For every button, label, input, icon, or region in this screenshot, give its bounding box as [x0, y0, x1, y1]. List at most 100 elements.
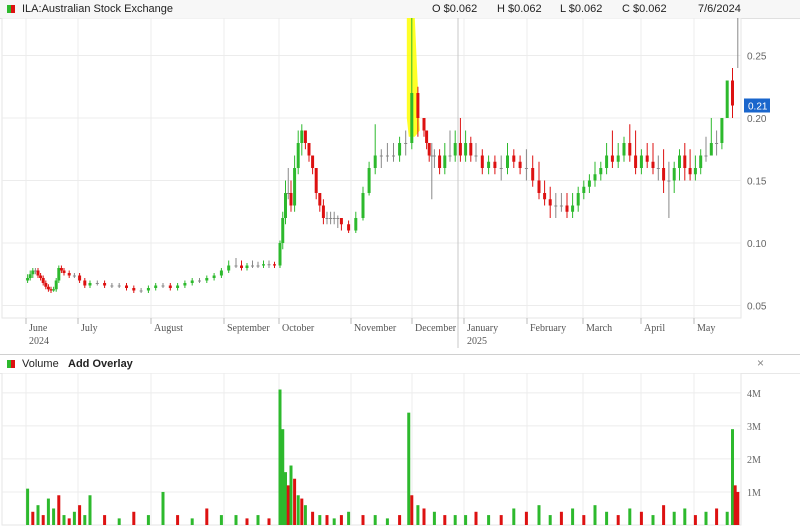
volume-y-tick-label: 4M	[747, 389, 761, 400]
volume-bar	[78, 505, 82, 525]
ohlc-date: 7/6/2024	[698, 3, 741, 15]
volume-bar	[593, 505, 597, 525]
volume-bar	[286, 485, 290, 525]
add-overlay-button[interactable]: Add Overlay	[68, 358, 133, 370]
volume-chart[interactable]: 4M 3M 2M 1M	[0, 373, 800, 529]
candle-body	[506, 155, 509, 168]
candle-body	[62, 270, 66, 273]
close-icon[interactable]: ×	[757, 356, 764, 370]
price-x-tick-label: September	[227, 323, 270, 334]
volume-bar	[205, 508, 209, 525]
candle-body	[281, 218, 285, 243]
volume-bar	[385, 518, 389, 525]
candle-body	[314, 168, 318, 193]
price-x-tick-label: February	[530, 323, 566, 334]
volume-bar	[683, 508, 687, 525]
volume-bar	[311, 511, 315, 525]
volume-bar	[300, 498, 304, 525]
candle-body	[524, 168, 528, 169]
volume-bar	[537, 505, 541, 525]
volume-bar	[296, 495, 300, 525]
volume-bar	[416, 505, 420, 525]
candle-body	[303, 130, 307, 143]
price-x-tick-label: March	[586, 323, 612, 334]
candle-body	[44, 283, 48, 287]
candle-body	[548, 199, 552, 206]
price-x-tick-label: December	[415, 323, 457, 334]
candle-body	[284, 193, 287, 218]
candle-body	[610, 155, 614, 162]
candle-body	[361, 193, 365, 218]
volume-bar	[731, 429, 734, 525]
price-x-tick-label: June	[29, 323, 48, 334]
volume-bar	[733, 485, 737, 525]
candle-body	[251, 265, 254, 267]
volume-bar	[281, 429, 285, 525]
candle-body	[336, 218, 340, 219]
volume-bar	[117, 518, 121, 525]
volume-bar	[52, 508, 56, 525]
candle-body	[464, 143, 468, 156]
symbol-title: ILA:Australian Stock Exchange	[22, 3, 174, 15]
candle-body	[83, 280, 87, 286]
candle-body	[139, 290, 143, 292]
candle-body	[212, 275, 216, 278]
volume-bar	[289, 465, 293, 525]
candle-body	[57, 268, 61, 281]
candle-body	[667, 180, 671, 182]
candle-body	[709, 143, 713, 156]
candle-body	[458, 143, 462, 156]
candle-body	[52, 289, 56, 291]
candle-body	[26, 278, 30, 281]
candle-body	[469, 143, 473, 156]
candle-body	[168, 285, 172, 288]
candle-body	[443, 155, 447, 168]
candle-body	[651, 161, 655, 168]
volume-bar	[548, 515, 552, 525]
volume-bar	[88, 495, 92, 525]
candle-body	[605, 155, 609, 168]
candle-body	[49, 289, 53, 291]
volume-bar	[715, 508, 719, 525]
volume-bar	[582, 515, 586, 525]
candle-body	[385, 155, 389, 157]
candle-body	[593, 174, 597, 181]
candle-body	[688, 168, 692, 175]
candle-body	[616, 155, 620, 162]
volume-bar	[256, 515, 260, 525]
price-panel-header: ILA:Australian Stock Exchange O $0.062 H…	[0, 0, 800, 19]
volume-bar	[46, 498, 50, 525]
candle-body	[565, 205, 569, 212]
volume-bar	[339, 515, 343, 525]
candle-body	[39, 275, 43, 278]
candle-body	[59, 268, 63, 271]
candle-body	[256, 265, 260, 267]
price-chart[interactable]: 0.25 0.20 0.15 0.10 0.05 June 2024 July August Se…	[0, 18, 800, 348]
volume-bar	[103, 515, 107, 525]
candle-body	[499, 168, 503, 169]
volume-bar	[190, 518, 194, 525]
candle-body	[161, 285, 165, 287]
candle-body	[373, 155, 377, 168]
candle-body	[307, 143, 311, 156]
candle-body	[311, 155, 315, 168]
candle-body	[512, 155, 516, 162]
price-x-tick-label: November	[354, 323, 397, 334]
volume-color-icon	[7, 360, 15, 368]
candle-body	[599, 168, 603, 175]
volume-bar	[41, 515, 45, 525]
candle-body	[645, 155, 649, 162]
candle-body	[559, 205, 563, 207]
volume-bar	[474, 511, 478, 525]
volume-bar	[628, 508, 632, 525]
candle-body	[427, 143, 431, 156]
candle-body	[72, 275, 76, 277]
candle-body	[41, 278, 45, 283]
volume-bar	[62, 515, 66, 525]
volume-panel: Volume Add Overlay × 4M 3M 2M 1M	[0, 354, 800, 529]
candle-body	[571, 205, 575, 212]
candle-body	[296, 143, 300, 168]
candle-body	[33, 270, 37, 272]
ohlc-low: L $0.062	[560, 3, 603, 15]
volume-bar	[57, 495, 61, 525]
